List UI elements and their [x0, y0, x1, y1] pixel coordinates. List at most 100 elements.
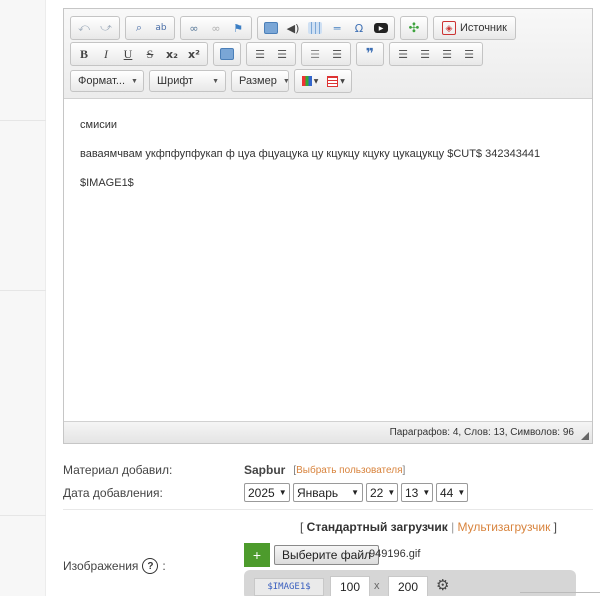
maximize-icon[interactable]: ✣ [403, 18, 425, 38]
indent-group: ☰ ☰ [301, 42, 351, 66]
align-justify-icon[interactable]: ☰ [458, 44, 480, 64]
link-icon[interactable]: ∞ [183, 18, 205, 38]
divider [63, 509, 593, 510]
rich-text-editor: ⤺ ⤻ ⌕ ab ∞ ∞ ⚑ ◀) ═ Ω ▶ ✣ ◈ Источник B I… [63, 8, 593, 444]
editor-content[interactable]: смиcии ваваямчвам укфпфупфукап ф цуа фцу… [64, 100, 592, 420]
source-button[interactable]: ◈ Источник [436, 18, 513, 38]
font-combo[interactable]: Шрифт ▼ [149, 70, 226, 92]
pick-user-link[interactable]: Выбрать пользователя [296, 465, 402, 476]
history-group: ⤺ ⤻ [70, 16, 120, 40]
month-value: Январь [297, 485, 339, 500]
unlink-icon[interactable]: ∞ [205, 18, 227, 38]
outdent-icon[interactable]: ☰ [304, 44, 326, 64]
align-left-icon[interactable]: ☰ [392, 44, 414, 64]
file-name: 949196.gif [369, 548, 421, 560]
superscript-icon[interactable]: x² [183, 44, 205, 64]
remove-format-icon[interactable] [216, 44, 238, 64]
minute-select[interactable]: 44 ▼ [436, 483, 468, 502]
year-value: 2025 [248, 485, 275, 500]
editor-paragraph: ваваямчвам укфпфупфукап ф цуа фцуацука ц… [80, 148, 541, 160]
align-group: ☰ ☰ ☰ ☰ [389, 42, 483, 66]
multi-uploader-link[interactable]: Мультизагрузчик [458, 520, 551, 534]
color-group: ▼ ▼ [294, 69, 352, 93]
chevron-down-icon: ▼ [282, 77, 290, 85]
youtube-icon[interactable]: ▶ [370, 18, 392, 38]
toolbar-row-2: B I U S x₂ x² ☰ ☰ ☰ ☰ ❞ ☰ ☰ ☰ ☰ [70, 42, 483, 66]
source-icon: ◈ [442, 21, 456, 35]
size-combo-label: Размер [239, 75, 277, 87]
replace-icon[interactable]: ab [150, 18, 172, 38]
cleanup-group [213, 42, 241, 66]
dimension-separator: x [374, 580, 380, 592]
day-select[interactable]: 22 ▼ [366, 483, 398, 502]
chevron-down-icon: ▼ [457, 488, 466, 497]
add-image-button[interactable]: + [244, 543, 270, 567]
year-select[interactable]: 2025 ▼ [244, 483, 290, 502]
indent-icon[interactable]: ☰ [326, 44, 348, 64]
subscript-icon[interactable]: x₂ [161, 44, 183, 64]
uploader-separator: | [451, 520, 455, 534]
date-row: Дата добавления: 2025 ▼ Январь ▼ 22 ▼ 13 ▼ 4… [63, 483, 471, 502]
images-label: Изображения [63, 559, 139, 573]
author-row: Материал добавил: Sapbur [Выбрать пользо… [63, 463, 405, 477]
background-color-icon[interactable]: ▼ [323, 71, 349, 91]
find-group: ⌕ ab [125, 16, 175, 40]
images-label-colon: : [162, 559, 166, 573]
page: ⤺ ⤻ ⌕ ab ∞ ∞ ⚑ ◀) ═ Ω ▶ ✣ ◈ Источник B I… [0, 0, 600, 596]
underline-icon[interactable]: U [117, 44, 139, 64]
hour-select[interactable]: 13 ▼ [401, 483, 433, 502]
word-count: Параграфов: 4, Слов: 13, Символов: 96 [389, 427, 574, 438]
toolbar-row-1: ⤺ ⤻ ⌕ ab ∞ ∞ ⚑ ◀) ═ Ω ▶ ✣ ◈ Источник [70, 16, 516, 40]
align-right-icon[interactable]: ☰ [436, 44, 458, 64]
italic-icon[interactable]: I [95, 44, 117, 64]
format-combo[interactable]: Формат... ▼ [70, 70, 144, 92]
strike-icon[interactable]: S [139, 44, 161, 64]
toolbar-row-3: Формат... ▼ Шрифт ▼ Размер ▼ ▼ ▼ [70, 69, 352, 93]
horizontal-line-icon[interactable]: ═ [326, 18, 348, 38]
day-value: 22 [370, 485, 384, 500]
bulleted-list-icon[interactable]: ☰ [271, 44, 293, 64]
font-combo-label: Шрифт [157, 75, 194, 87]
help-icon[interactable]: ? [142, 558, 159, 574]
text-color-icon[interactable]: ▼ [297, 71, 323, 91]
maximize-group: ✣ [400, 16, 428, 40]
insert-group: ◀) ═ Ω ▶ [257, 16, 395, 40]
pick-user: [Выбрать пользователя] [293, 464, 406, 476]
source-label: Источник [460, 22, 507, 34]
editor-statusbar: Параграфов: 4, Слов: 13, Символов: 96 [64, 421, 592, 443]
resize-handle[interactable] [581, 432, 589, 440]
link-group: ∞ ∞ ⚑ [180, 16, 252, 40]
editor-toolbar: ⤺ ⤻ ⌕ ab ∞ ∞ ⚑ ◀) ═ Ω ▶ ✣ ◈ Источник B I… [64, 9, 592, 99]
find-icon[interactable]: ⌕ [128, 18, 150, 38]
standard-uploader-link[interactable]: Стандартный загрузчик [307, 520, 448, 534]
audio-icon[interactable]: ◀) [282, 18, 304, 38]
height-input[interactable]: 200 [388, 576, 428, 596]
left-gutter [0, 0, 46, 596]
list-group: ☰ ☰ [246, 42, 296, 66]
anchor-icon[interactable]: ⚑ [227, 18, 249, 38]
numbered-list-icon[interactable]: ☰ [249, 44, 271, 64]
undo-icon[interactable]: ⤺ [73, 18, 95, 38]
author-label: Материал добавил: [63, 463, 173, 477]
special-char-icon[interactable]: Ω [348, 18, 370, 38]
chevron-down-icon: ▼ [422, 488, 431, 497]
chevron-down-icon: ▼ [212, 77, 219, 85]
minute-value: 44 [440, 485, 454, 500]
width-input[interactable]: 100 [330, 576, 370, 596]
blockquote-icon[interactable]: ❞ [359, 44, 381, 64]
redo-icon[interactable]: ⤻ [95, 18, 117, 38]
format-combo-label: Формат... [78, 75, 126, 87]
bold-icon[interactable]: B [73, 44, 95, 64]
image-icon[interactable] [260, 18, 282, 38]
choose-file-button[interactable]: Выберите файл [274, 545, 380, 565]
align-center-icon[interactable]: ☰ [414, 44, 436, 64]
size-combo[interactable]: Размер ▼ [231, 70, 290, 92]
images-label-row: Изображения ? : [63, 558, 166, 574]
month-select[interactable]: Январь ▼ [293, 483, 363, 502]
main-content: ⤺ ⤻ ⌕ ab ∞ ∞ ⚑ ◀) ═ Ω ▶ ✣ ◈ Источник B I… [46, 0, 600, 596]
chevron-down-icon: ▼ [387, 488, 396, 497]
gear-icon[interactable]: ⚙ [436, 578, 452, 594]
table-icon[interactable] [304, 18, 326, 38]
image-tag[interactable]: $IMAGE1$ [254, 578, 324, 596]
hour-value: 13 [405, 485, 419, 500]
